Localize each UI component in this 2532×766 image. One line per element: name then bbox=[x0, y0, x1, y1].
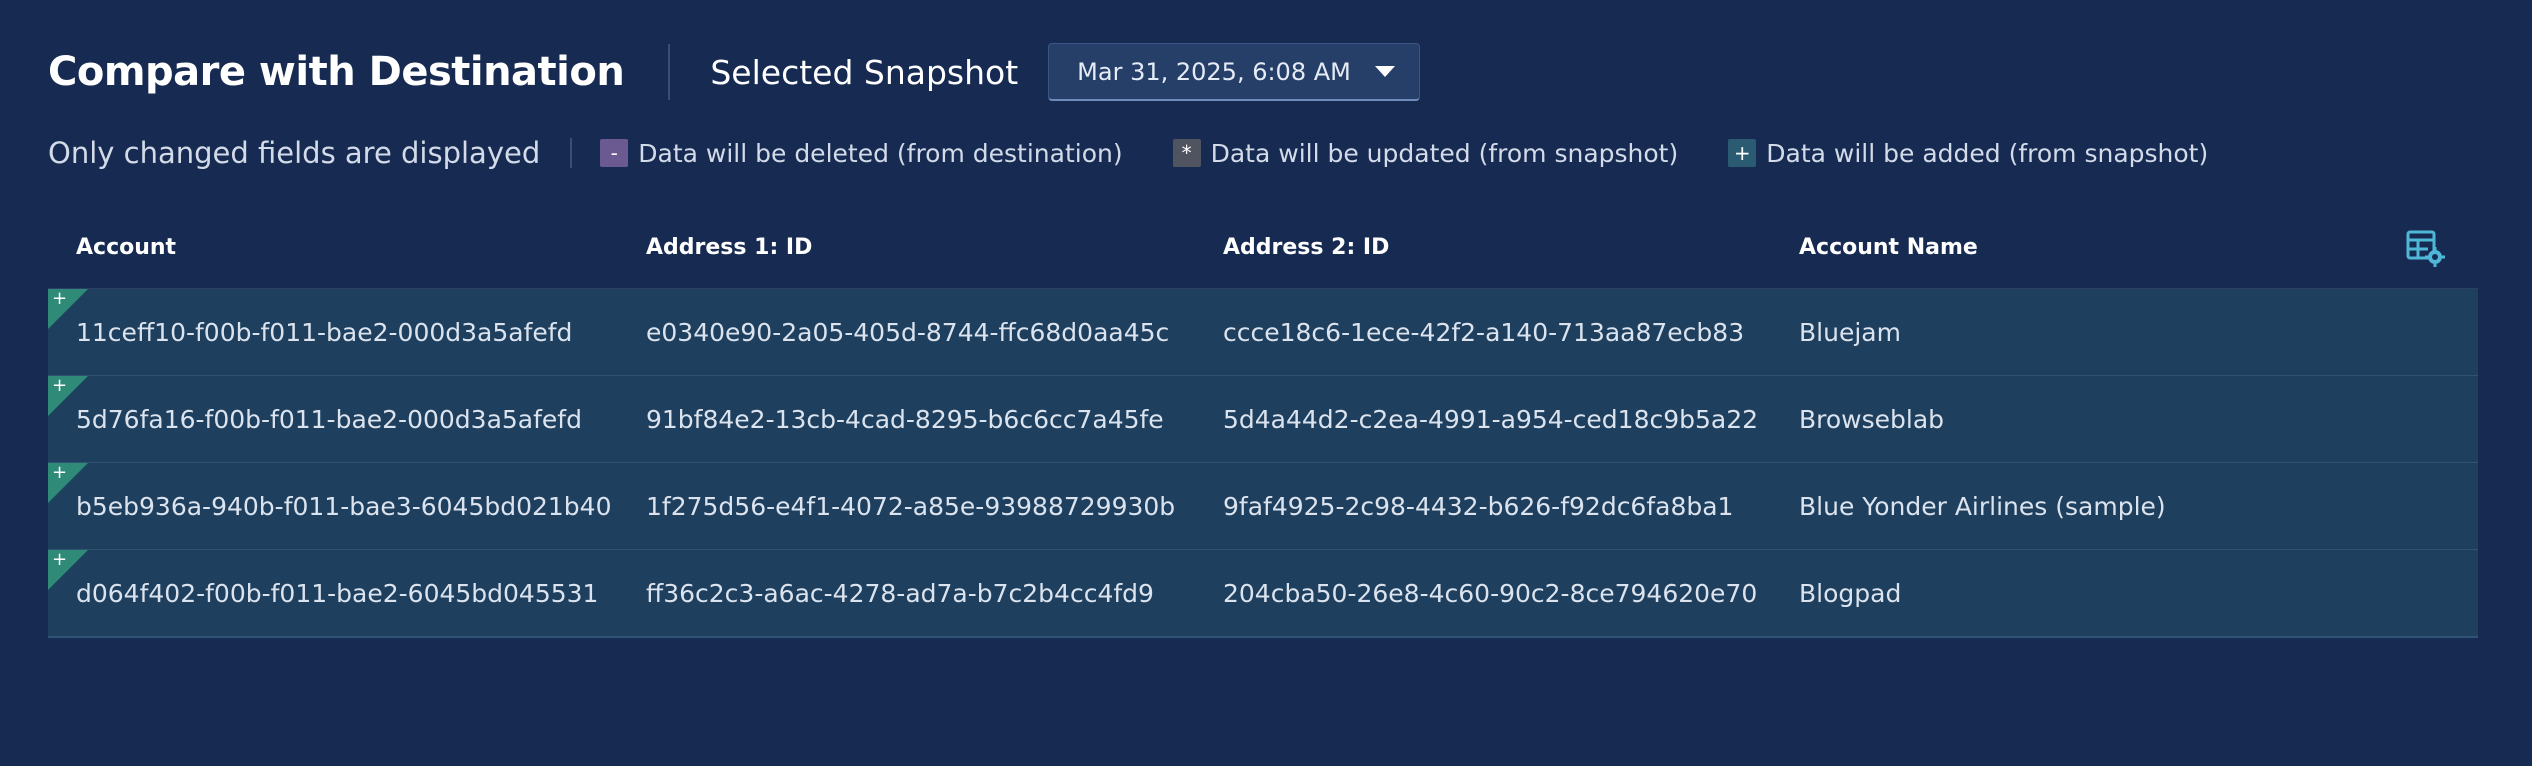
snapshot-dropdown[interactable]: Mar 31, 2025, 6:08 AM bbox=[1048, 43, 1420, 101]
comparison-table: Account Address 1: ID Address 2: ID Acco… bbox=[48, 206, 2478, 638]
column-header-address2-id[interactable]: Address 2: ID bbox=[1223, 235, 1389, 260]
cell-account-name: Blogpad bbox=[1799, 578, 1902, 608]
table-row[interactable]: + b5eb936a-940b-f011-bae3-6045bd021b40 1… bbox=[48, 463, 2478, 550]
cell-account: 11ceff10-f00b-f011-bae2-000d3a5afefd bbox=[76, 317, 573, 347]
page-header: Compare with Destination Selected Snapsh… bbox=[48, 40, 1420, 104]
updated-indicator-icon: * bbox=[1172, 139, 1201, 167]
snapshot-dropdown-value: Mar 31, 2025, 6:08 AM bbox=[1077, 57, 1351, 86]
table-settings-icon[interactable] bbox=[2406, 228, 2446, 268]
table-row[interactable]: + 5d76fa16-f00b-f011-bae2-000d3a5afefd 9… bbox=[48, 376, 2478, 463]
cell-address1-id: 91bf84e2-13cb-4cad-8295-b6c6cc7a45fe bbox=[646, 404, 1164, 434]
legend: Only changed fields are displayed - Data… bbox=[48, 128, 2258, 178]
legend-text-deleted: Data will be deleted (from destination) bbox=[638, 138, 1123, 168]
cell-address2-id: 5d4a44d2-c2ea-4991-a954-ced18c9b5a22 bbox=[1223, 404, 1759, 434]
cell-account-name: Browseblab bbox=[1799, 404, 1945, 434]
cell-account-name: Blue Yonder Airlines (sample) bbox=[1799, 491, 2166, 521]
legend-item-added: + Data will be added (from snapshot) bbox=[1728, 139, 2208, 168]
column-header-account[interactable]: Account bbox=[76, 235, 176, 260]
cell-account: 5d76fa16-f00b-f011-bae2-000d3a5afefd bbox=[76, 404, 582, 434]
legend-item-deleted: - Data will be deleted (from destination… bbox=[600, 138, 1123, 168]
legend-note: Only changed fields are displayed bbox=[48, 136, 541, 170]
table-header: Account Address 1: ID Address 2: ID Acco… bbox=[48, 206, 2478, 289]
header-divider bbox=[668, 44, 671, 100]
added-marker-symbol: + bbox=[52, 288, 68, 309]
added-marker-symbol: + bbox=[52, 549, 68, 570]
column-header-account-name[interactable]: Account Name bbox=[1799, 235, 1978, 260]
legend-text-updated: Data will be updated (from snapshot) bbox=[1210, 138, 1679, 168]
cell-account-name: Bluejam bbox=[1799, 317, 1901, 347]
added-marker-symbol: + bbox=[52, 462, 68, 483]
cell-address1-id: 1f275d56-e4f1-4072-a85e-93988729930b bbox=[646, 491, 1176, 521]
snapshot-label: Selected Snapshot bbox=[710, 52, 1019, 92]
page-title: Compare with Destination bbox=[48, 49, 625, 95]
cell-address2-id: 204cba50-26e8-4c60-90c2-8ce794620e70 bbox=[1223, 578, 1758, 608]
column-header-address1-id[interactable]: Address 1: ID bbox=[646, 235, 812, 260]
added-marker-symbol: + bbox=[52, 375, 68, 396]
cell-address1-id: e0340e90-2a05-405d-8744-ffc68d0aa45c bbox=[646, 317, 1170, 347]
legend-divider bbox=[570, 138, 573, 168]
cell-address1-id: ff36c2c3-a6ac-4278-ad7a-b7c2b4cc4fd9 bbox=[646, 578, 1154, 608]
chevron-down-icon bbox=[1374, 66, 1395, 77]
cell-account: d064f402-f00b-f011-bae2-6045bd045531 bbox=[76, 578, 599, 608]
table-row[interactable]: + d064f402-f00b-f011-bae2-6045bd045531 f… bbox=[48, 550, 2478, 638]
cell-account: b5eb936a-940b-f011-bae3-6045bd021b40 bbox=[76, 491, 612, 521]
deleted-indicator-icon: - bbox=[600, 139, 629, 167]
added-indicator-icon: + bbox=[1728, 139, 1757, 167]
cell-address2-id: ccce18c6-1ece-42f2-a140-713aa87ecb83 bbox=[1223, 317, 1745, 347]
legend-item-updated: * Data will be updated (from snapshot) bbox=[1172, 138, 1679, 168]
table-row[interactable]: + 11ceff10-f00b-f011-bae2-000d3a5afefd e… bbox=[48, 289, 2478, 376]
legend-text-added: Data will be added (from snapshot) bbox=[1766, 138, 2209, 168]
cell-address2-id: 9faf4925-2c98-4432-b626-f92dc6fa8ba1 bbox=[1223, 491, 1734, 521]
